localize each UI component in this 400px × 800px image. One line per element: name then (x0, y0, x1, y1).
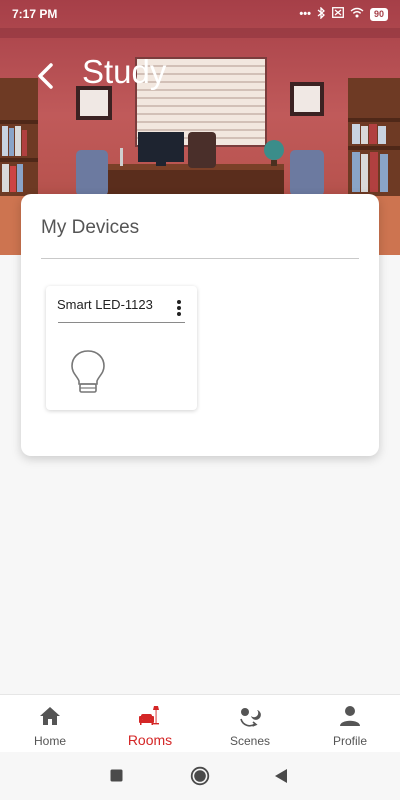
wifi-icon (350, 7, 364, 21)
recents-square-icon[interactable] (110, 769, 123, 782)
back-triangle-icon[interactable] (274, 768, 288, 784)
nav-label: Home (33, 734, 66, 748)
status-icons: ••• 90 (299, 5, 388, 22)
bluetooth-icon (317, 5, 326, 22)
device-tile[interactable]: Smart LED-1123 (46, 286, 197, 410)
nav-rooms[interactable]: Rooms (100, 695, 200, 752)
nav-home[interactable]: Home (0, 695, 100, 752)
lightbulb-icon (71, 350, 105, 393)
chevron-left-icon (38, 63, 53, 89)
nav-scenes[interactable]: Scenes (200, 695, 300, 752)
system-navigation-bar (0, 752, 400, 800)
nav-label: Rooms (127, 732, 173, 748)
card-title: My Devices (41, 217, 140, 238)
scenes-icon (240, 708, 261, 727)
status-bar: 7:17 PM ••• 90 (0, 0, 400, 28)
home-circle-icon[interactable] (190, 766, 210, 786)
more-options-button[interactable] (172, 298, 186, 318)
my-devices-card: My Devices Smart LED-1123 (21, 194, 379, 456)
nav-label: Profile (332, 734, 367, 748)
device-divider (58, 322, 185, 323)
status-time: 7:17 PM (12, 7, 58, 21)
person-icon (340, 706, 360, 726)
no-sim-icon (332, 7, 344, 21)
battery-icon: 90 (369, 7, 388, 21)
page-title: Study (82, 53, 167, 90)
nav-profile[interactable]: Profile (300, 695, 400, 752)
device-name: Smart LED-1123 (57, 297, 153, 312)
vertical-dots-icon (177, 300, 181, 316)
home-icon (40, 707, 60, 725)
bottom-navigation: Home Rooms Scenes Profile (0, 694, 400, 752)
nav-label: Scenes (229, 734, 271, 748)
armchair-lamp-icon (139, 706, 159, 725)
dots-icon: ••• (299, 8, 311, 20)
divider (41, 258, 359, 259)
back-button[interactable] (34, 60, 58, 92)
